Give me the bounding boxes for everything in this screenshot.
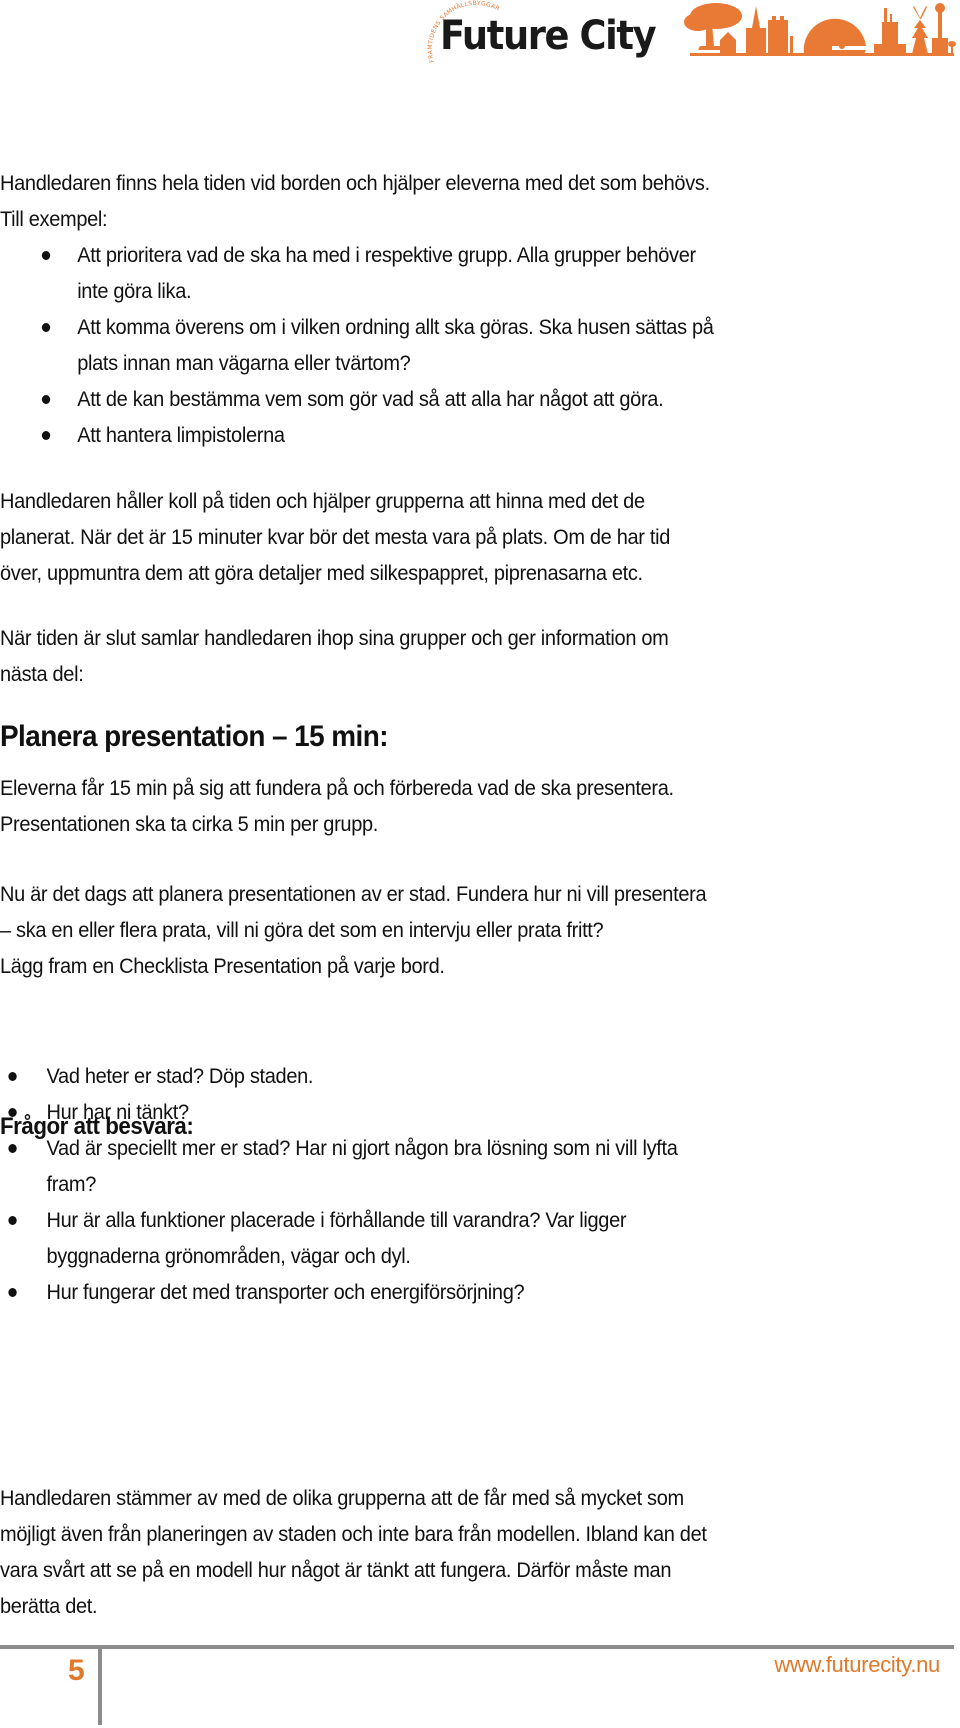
presentation-planning-paragraph: Nu är det dags att planera presentatione… <box>0 876 884 984</box>
list-item-text: Att hantera limpistolerna <box>77 423 285 447</box>
text-line: Nu är det dags att planera presentatione… <box>0 882 707 906</box>
list-item: Att komma överens om i vilken ordning al… <box>0 309 884 345</box>
questions-list: Vad heter er stad? Döp staden. Hur har n… <box>0 1058 884 1310</box>
list-item-text: Att komma överens om i vilken ordning al… <box>77 315 714 339</box>
time-paragraph: Handledaren håller koll på tiden och hjä… <box>0 483 884 591</box>
list-item-text: Vad är speciellt mer er stad? Har ni gjo… <box>46 1136 678 1160</box>
list-item: Hur fungerar det med transporter och ene… <box>0 1274 884 1310</box>
list-item: Vad heter er stad? Döp staden. <box>0 1058 884 1094</box>
bullet-icon <box>41 323 51 332</box>
list-item-text: Att prioritera vad de ska ha med i respe… <box>77 243 696 267</box>
list-item: Att prioritera vad de ska ha med i respe… <box>0 237 884 273</box>
list-item-text: Vad heter er stad? Döp staden. <box>46 1064 314 1088</box>
text-line: – ska en eller flera prata, vill ni göra… <box>0 918 604 942</box>
list-item: Hur är alla funktioner placerade i förhå… <box>0 1202 884 1238</box>
text-line: När tiden är slut samlar handledaren iho… <box>0 626 669 650</box>
intro-paragraph: Handledaren finns hela tiden vid borden … <box>0 165 884 237</box>
footer-horizontal-rule <box>0 1645 954 1649</box>
next-part-paragraph: När tiden är slut samlar handledaren iho… <box>0 620 884 692</box>
footer-website-link[interactable]: www.futurecity.nu <box>774 1652 940 1678</box>
bullet-icon <box>41 251 51 260</box>
list-item: Att de kan bestämma vem som gör vad så a… <box>0 381 884 417</box>
list-item-continuation: fram? <box>0 1166 884 1202</box>
list-item-text: plats innan man vägarna eller tvärtom? <box>77 351 411 375</box>
list-item-text: byggnaderna grönområden, vägar och dyl. <box>46 1244 411 1268</box>
list-item-continuation: byggnaderna grönområden, vägar och dyl. <box>0 1238 884 1274</box>
text-line: över, uppmuntra dem att göra detaljer me… <box>0 561 643 585</box>
text-line: möjligt även från planeringen av staden … <box>0 1522 707 1546</box>
text-line: berätta det. <box>0 1594 98 1618</box>
text-line: Handledaren stämmer av med de olika grup… <box>0 1486 684 1510</box>
future-city-logo: FRAMTIDENS SAMHÄLLSBYGGARE Future City <box>418 0 960 70</box>
bullet-icon <box>41 431 51 440</box>
list-item-text: fram? <box>46 1172 97 1196</box>
bullet-icon <box>8 1216 17 1225</box>
text-line: nästa del: <box>0 662 84 686</box>
text-line: planerat. När det är 15 minuter kvar bör… <box>0 525 671 549</box>
list-item-text: inte göra lika. <box>77 279 192 303</box>
list-item: Att hantera limpistolerna <box>0 417 884 453</box>
text-line: Presentationen ska ta cirka 5 min per gr… <box>0 812 379 836</box>
closing-paragraph: Handledaren stämmer av med de olika grup… <box>0 1480 884 1624</box>
list-item: Hur har ni tänkt? <box>0 1094 884 1130</box>
list-item-text: Att de kan bestämma vem som gör vad så a… <box>77 387 664 411</box>
examples-list: Att prioritera vad de ska ha med i respe… <box>0 237 884 453</box>
text-line: Handledaren finns hela tiden vid borden … <box>0 171 710 195</box>
list-item-continuation: inte göra lika. <box>0 273 884 309</box>
list-item-text: Hur fungerar det med transporter och ene… <box>46 1280 525 1304</box>
section-heading-presentation: Planera presentation – 15 min: <box>0 720 389 753</box>
bullet-icon <box>8 1108 17 1117</box>
text-line: vara svårt att se på en modell hur något… <box>0 1558 672 1582</box>
text-line: Lägg fram en Checklista Presentation på … <box>0 954 445 978</box>
logo-wordmark: Future City <box>440 13 657 59</box>
text-line: Till exempel: <box>0 207 108 231</box>
bullet-icon <box>8 1288 17 1297</box>
list-item-continuation: plats innan man vägarna eller tvärtom? <box>0 345 884 381</box>
bullet-icon <box>8 1072 17 1081</box>
list-item: Vad är speciellt mer er stad? Har ni gjo… <box>0 1130 884 1166</box>
bullet-icon <box>8 1144 17 1153</box>
list-item-text: Hur har ni tänkt? <box>46 1100 190 1124</box>
footer-vertical-rule <box>98 1645 102 1725</box>
text-line: Handledaren håller koll på tiden och hjä… <box>0 489 645 513</box>
presentation-intro-paragraph: Eleverna får 15 min på sig att fundera p… <box>0 770 884 842</box>
list-item-text: Hur är alla funktioner placerade i förhå… <box>46 1208 627 1232</box>
page-number: 5 <box>68 1654 85 1687</box>
bullet-icon <box>41 395 51 404</box>
city-skyline-icon <box>684 3 956 56</box>
text-line: Eleverna får 15 min på sig att fundera p… <box>0 776 674 800</box>
